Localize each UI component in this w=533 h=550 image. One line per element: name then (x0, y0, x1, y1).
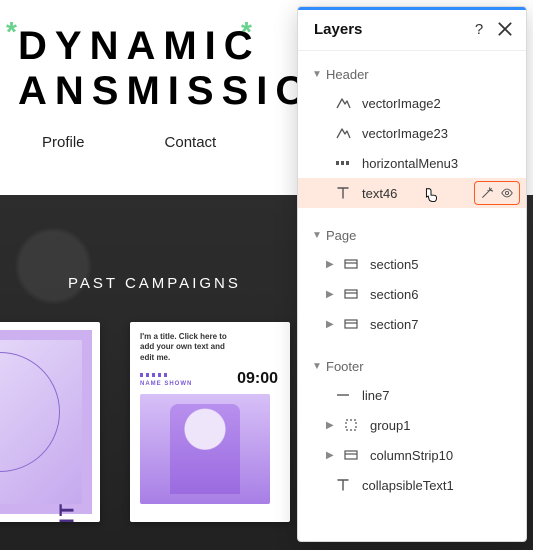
panel-header: Layers ? (298, 10, 526, 51)
group-header[interactable]: ▼ Header (298, 59, 526, 88)
group-label: Page (326, 228, 356, 243)
layer-label: columnStrip10 (370, 448, 453, 463)
menu-item-contact[interactable]: Contact (165, 134, 217, 151)
eye-icon[interactable] (500, 186, 514, 200)
campaign-card[interactable]: EVENT (0, 322, 100, 522)
layer-label: section5 (370, 257, 418, 272)
group-label: Header (326, 67, 369, 82)
layer-item[interactable]: ▶ section5 (298, 249, 526, 279)
text-icon (334, 476, 352, 494)
layer-label: section6 (370, 287, 418, 302)
menu-item-profile[interactable]: Profile (42, 134, 85, 151)
card-label: EVENT (57, 502, 80, 522)
layer-label: horizontalMenu3 (362, 156, 458, 171)
layer-label: collapsibleText1 (362, 478, 454, 493)
layer-label: line7 (362, 388, 389, 403)
line-icon (334, 386, 352, 404)
menu-icon (334, 154, 352, 172)
group-icon (342, 416, 360, 434)
layers-tree[interactable]: ▼ Header vectorImage2 vectorImage23 hori… (298, 51, 526, 508)
group-page[interactable]: ▼ Page (298, 220, 526, 249)
help-icon[interactable]: ? (470, 20, 488, 38)
group-footer[interactable]: ▼ Footer (298, 351, 526, 380)
caret-down-icon: ▼ (312, 361, 322, 372)
section-icon (342, 446, 360, 464)
caret-down-icon: ▼ (312, 230, 322, 241)
layer-item-selected[interactable]: text46 (298, 178, 526, 208)
section-icon (342, 315, 360, 333)
caret-right-icon[interactable]: ▶ (326, 319, 338, 330)
caret-right-icon[interactable]: ▶ (326, 420, 338, 431)
layers-panel[interactable]: Layers ? ▼ Header vectorImage2 vectorIma… (297, 6, 527, 542)
star-icon: * (6, 16, 17, 48)
item-actions-highlight (474, 181, 520, 205)
text-icon (334, 184, 352, 202)
layer-label: group1 (370, 418, 410, 433)
star-icon: * (241, 16, 252, 48)
layer-item[interactable]: vectorImage23 (298, 118, 526, 148)
magic-icon[interactable] (480, 186, 494, 200)
close-icon[interactable] (496, 20, 514, 38)
layer-item[interactable]: ▶ section6 (298, 279, 526, 309)
vector-icon (334, 124, 352, 142)
caret-right-icon[interactable]: ▶ (326, 259, 338, 270)
caret-right-icon[interactable]: ▶ (326, 450, 338, 461)
campaign-card[interactable]: I'm a title. Click here to add your own … (130, 322, 290, 522)
caret-right-icon[interactable]: ▶ (326, 289, 338, 300)
layer-label: section7 (370, 317, 418, 332)
layer-item[interactable]: ▶ section7 (298, 309, 526, 339)
panel-title: Layers (314, 21, 462, 38)
layer-label: text46 (362, 186, 397, 201)
layer-item[interactable]: line7 (298, 380, 526, 410)
decorative-dots (140, 373, 170, 377)
layer-item[interactable]: collapsibleText1 (298, 470, 526, 500)
layer-label: vectorImage23 (362, 126, 448, 141)
layer-label: vectorImage2 (362, 96, 441, 111)
layer-item[interactable]: ▶ group1 (298, 410, 526, 440)
section-icon (342, 285, 360, 303)
caret-down-icon: ▼ (312, 69, 322, 80)
card-image (140, 394, 270, 504)
layer-item[interactable]: ▶ columnStrip10 (298, 440, 526, 470)
layer-item[interactable]: vectorImage2 (298, 88, 526, 118)
vector-icon (334, 94, 352, 112)
card-time: 09:00 (237, 370, 278, 388)
layer-item[interactable]: horizontalMenu3 (298, 148, 526, 178)
section-icon (342, 255, 360, 273)
group-label: Footer (326, 359, 364, 374)
card-title: I'm a title. Click here to add your own … (140, 332, 240, 363)
